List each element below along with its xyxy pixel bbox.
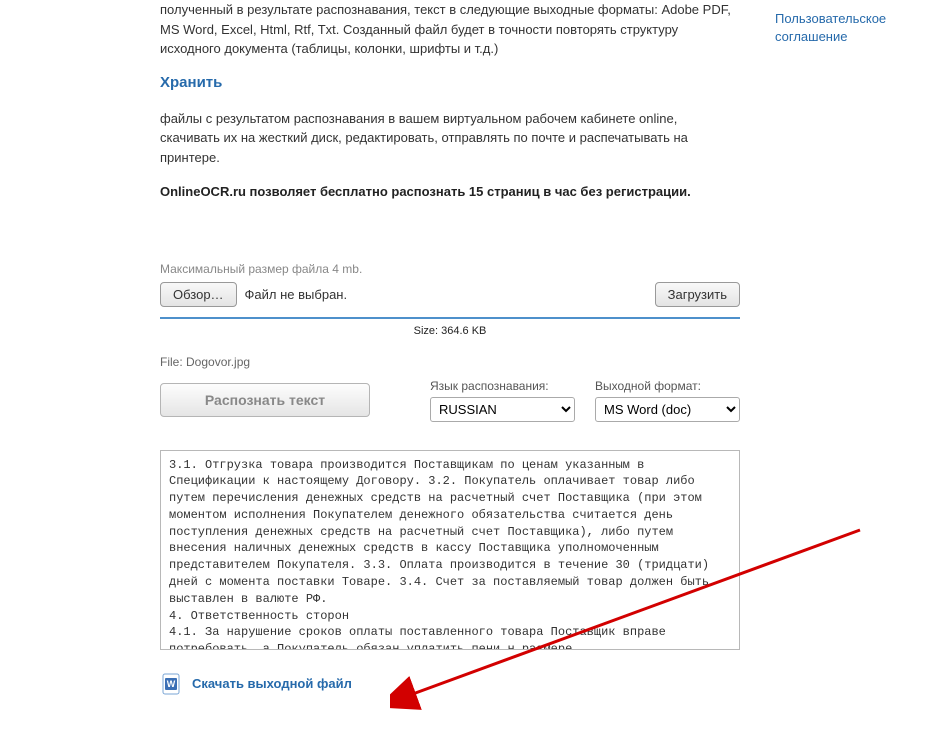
progress-bar xyxy=(160,317,740,319)
uploaded-size: Size: 364.6 KB xyxy=(160,325,740,337)
store-heading: Хранить xyxy=(160,74,740,91)
download-link[interactable]: Скачать выходной файл xyxy=(192,676,352,691)
format-select[interactable]: MS Word (doc) xyxy=(595,397,740,422)
browse-button[interactable]: Обзор… xyxy=(160,282,237,307)
main-content: полученный в результате распознавания, т… xyxy=(160,0,740,695)
format-group: Выходной формат: MS Word (doc) xyxy=(595,379,740,422)
download-row: W Скачать выходной файл xyxy=(160,673,740,695)
uploaded-filename: File: Dogovor.jpg xyxy=(160,355,740,369)
format-label: Выходной формат: xyxy=(595,379,740,393)
file-chosen-label: Файл не выбран. xyxy=(245,287,348,302)
recognize-row: Распознать текст Язык распознавания: RUS… xyxy=(160,379,740,422)
language-select[interactable]: RUSSIAN xyxy=(430,397,575,422)
sidebar: Пользовательское соглашение xyxy=(775,10,925,46)
recognize-button[interactable]: Распознать текст xyxy=(160,383,370,417)
upload-section: Максимальный размер файла 4 mb. Обзор… Ф… xyxy=(160,262,740,695)
word-doc-icon: W xyxy=(160,673,182,695)
upload-button[interactable]: Загрузить xyxy=(655,282,740,307)
max-size-label: Максимальный размер файла 4 mb. xyxy=(160,262,740,276)
language-label: Язык распознавания: xyxy=(430,379,575,393)
store-description: файлы с результатом распознавания в ваше… xyxy=(160,109,740,168)
result-textarea[interactable] xyxy=(160,450,740,650)
upload-row: Обзор… Файл не выбран. Загрузить xyxy=(160,282,740,307)
svg-text:W: W xyxy=(167,679,176,689)
free-limit-text: OnlineOCR.ru позволяет бесплатно распозн… xyxy=(160,182,740,202)
language-group: Язык распознавания: RUSSIAN xyxy=(430,379,575,422)
user-agreement-link[interactable]: Пользовательское соглашение xyxy=(775,11,886,44)
convert-description: полученный в результате распознавания, т… xyxy=(160,0,740,59)
